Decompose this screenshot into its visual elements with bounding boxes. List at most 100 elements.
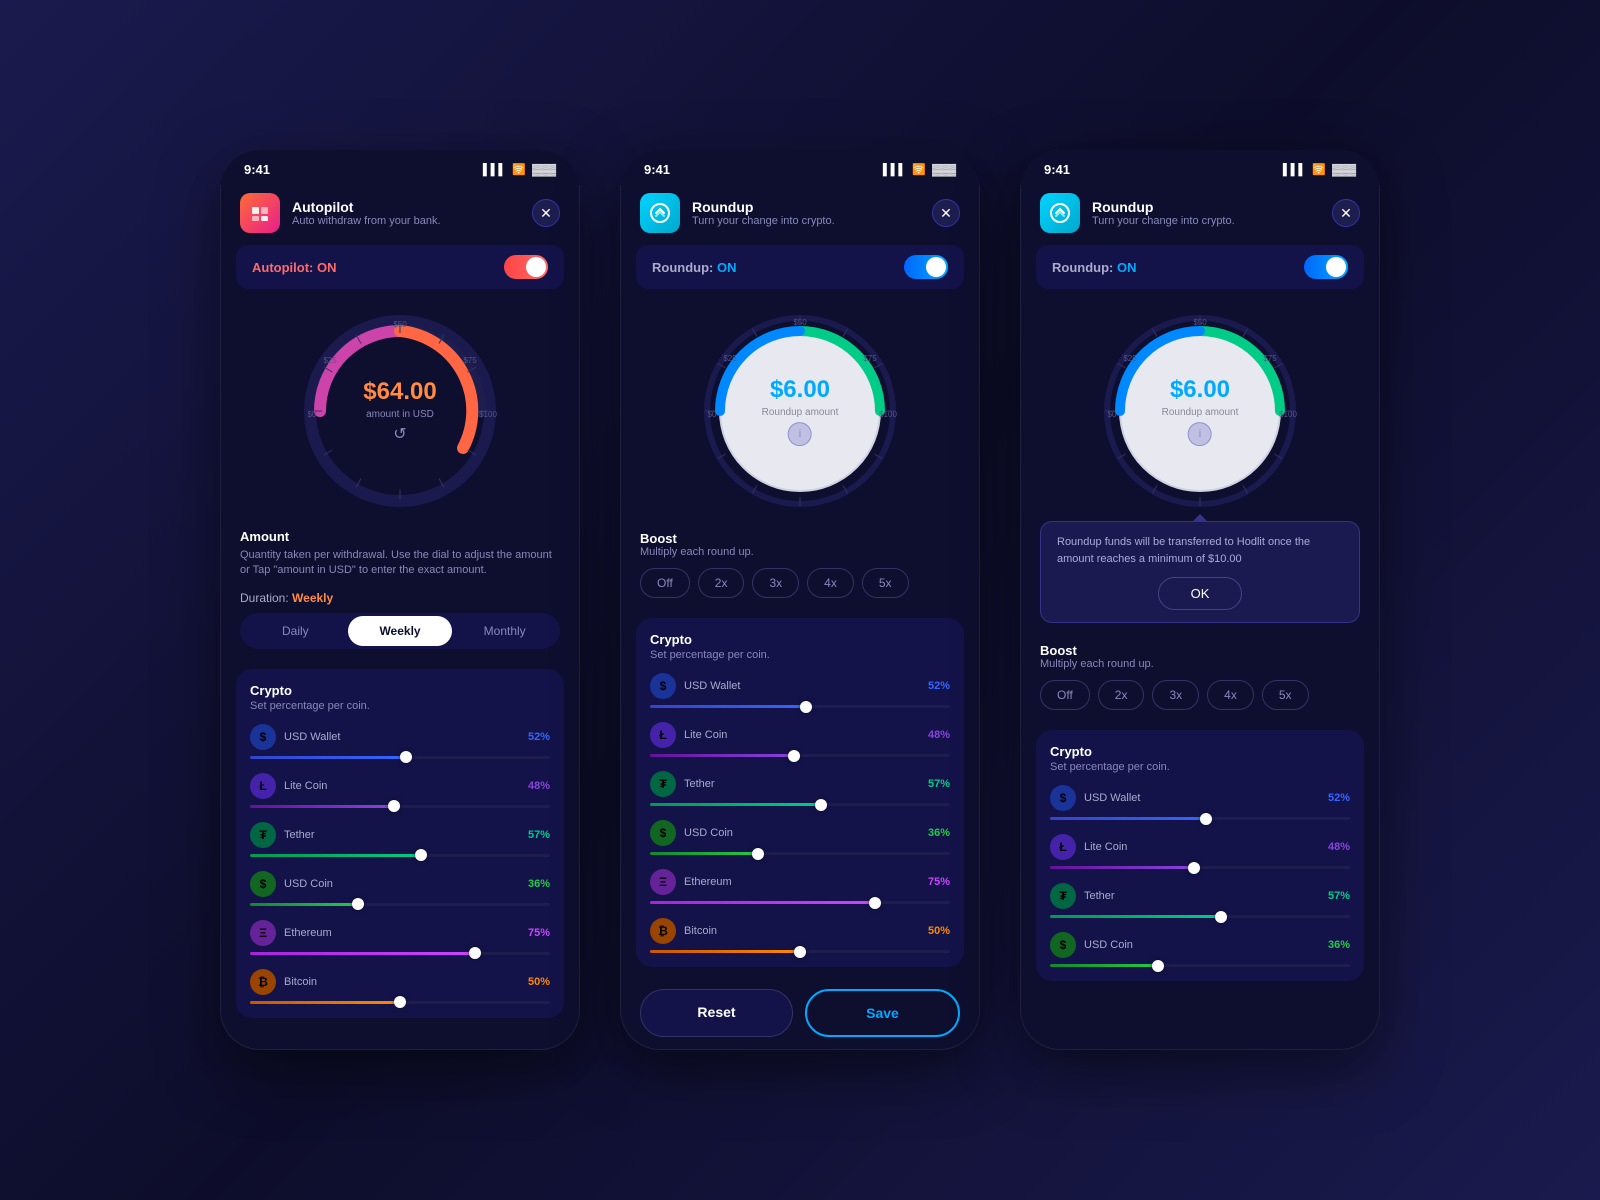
usd-wallet-slider-3[interactable]	[1050, 817, 1350, 820]
toggle-switch-3[interactable]	[1304, 255, 1348, 279]
dial-section-1: $0 $50 $25 $75 $100 $64.00 amount in USD…	[220, 301, 580, 521]
usdc-thumb-2[interactable]	[752, 848, 764, 860]
lite-coin-thumb-3[interactable]	[1188, 862, 1200, 874]
boost-2x-3[interactable]: 2x	[1098, 680, 1145, 710]
lite-coin-name-3: Lite Coin	[1084, 841, 1320, 853]
app-header-2: Roundup Turn your change into crypto. ✕	[620, 185, 980, 245]
usd-wallet-pct-3: 52%	[1328, 792, 1350, 804]
boost-3x-2[interactable]: 3x	[752, 568, 799, 598]
app-title-group-3: Roundup Turn your change into crypto.	[1092, 199, 1320, 227]
usdc-thumb-1[interactable]	[352, 898, 364, 910]
usdc-icon-2: $	[650, 820, 676, 846]
svg-text:$75: $75	[863, 354, 877, 363]
battery-icon-3: ▓▓▓	[1332, 164, 1356, 176]
usd-wallet-icon-1: $	[250, 724, 276, 750]
eth-name-1: Ethereum	[284, 927, 520, 939]
boost-4x-3[interactable]: 4x	[1207, 680, 1254, 710]
svg-text:$25: $25	[1123, 354, 1137, 363]
crypto-item-usdc-1: $ USD Coin 36%	[250, 871, 550, 906]
usdc-slider-1[interactable]	[250, 903, 550, 906]
usdc-pct-2: 36%	[928, 827, 950, 839]
dial-section-3: $0 $50 $25 $75 $100	[1020, 301, 1380, 521]
tooltip-ok-button-3[interactable]: OK	[1158, 577, 1243, 610]
tether-thumb-3[interactable]	[1215, 911, 1227, 923]
svg-text:$25: $25	[323, 356, 337, 365]
btc-thumb-2[interactable]	[794, 946, 806, 958]
dial-amount-2[interactable]: $6.00	[762, 376, 839, 405]
btc-slider-2[interactable]	[650, 950, 950, 953]
btc-slider-1[interactable]	[250, 1001, 550, 1004]
close-button-3[interactable]: ✕	[1332, 199, 1360, 227]
tether-pct-3: 57%	[1328, 890, 1350, 902]
usdc-slider-3[interactable]	[1050, 964, 1350, 967]
usd-wallet-thumb-3[interactable]	[1200, 813, 1212, 825]
boost-off-3[interactable]: Off	[1040, 680, 1090, 710]
lite-coin-name-2: Lite Coin	[684, 729, 920, 741]
tether-slider-2[interactable]	[650, 803, 950, 806]
btc-thumb-1[interactable]	[394, 996, 406, 1008]
save-button-2[interactable]: Save	[805, 989, 960, 1037]
status-bar-1: 9:41 ▌▌▌ 🛜 ▓▓▓	[220, 150, 580, 185]
amount-text-1: Quantity taken per withdrawal. Use the d…	[240, 548, 560, 579]
tab-weekly[interactable]: Weekly	[348, 616, 453, 646]
boost-5x-3[interactable]: 5x	[1262, 680, 1309, 710]
crypto-item-lite-2: Ł Lite Coin 48%	[650, 722, 950, 757]
lite-coin-slider-1[interactable]	[250, 805, 550, 808]
eth-pct-2: 75%	[928, 876, 950, 888]
usd-wallet-slider-1[interactable]	[250, 756, 550, 759]
boost-buttons-3: Off 2x 3x 4x 5x	[1040, 680, 1360, 710]
close-button-2[interactable]: ✕	[932, 199, 960, 227]
eth-thumb-2[interactable]	[869, 897, 881, 909]
app-icon-roundup-3	[1040, 193, 1080, 233]
boost-4x-2[interactable]: 4x	[807, 568, 854, 598]
lite-coin-slider-3[interactable]	[1050, 866, 1350, 869]
eth-slider-1[interactable]	[250, 952, 550, 955]
tether-thumb-1[interactable]	[415, 849, 427, 861]
usdc-name-1: USD Coin	[284, 878, 520, 890]
lite-coin-slider-2[interactable]	[650, 754, 950, 757]
boost-off-2[interactable]: Off	[640, 568, 690, 598]
usdc-slider-2[interactable]	[650, 852, 950, 855]
toggle-switch-2[interactable]	[904, 255, 948, 279]
tether-name-3: Tether	[1084, 890, 1320, 902]
tether-slider-3[interactable]	[1050, 915, 1350, 918]
boost-3x-3[interactable]: 3x	[1152, 680, 1199, 710]
usd-wallet-thumb-1[interactable]	[400, 751, 412, 763]
close-button-1[interactable]: ✕	[532, 199, 560, 227]
dial-amount-1[interactable]: $64.00	[363, 378, 436, 407]
lite-coin-icon-2: Ł	[650, 722, 676, 748]
tab-monthly[interactable]: Monthly	[452, 616, 557, 646]
btc-pct-1: 50%	[528, 976, 550, 988]
btc-name-1: Bitcoin	[284, 976, 520, 988]
info-button-3[interactable]: i	[1188, 422, 1212, 446]
usd-wallet-thumb-2[interactable]	[800, 701, 812, 713]
info-button-2[interactable]: i	[788, 422, 812, 446]
toggle-switch-1[interactable]	[504, 255, 548, 279]
usdc-thumb-3[interactable]	[1152, 960, 1164, 972]
wifi-icon-2: 🛜	[912, 163, 926, 176]
boost-5x-2[interactable]: 5x	[862, 568, 909, 598]
bottom-row-2: Reset Save	[620, 977, 980, 1049]
dial-container-3[interactable]: $0 $50 $25 $75 $100	[1100, 311, 1300, 511]
reset-icon-1[interactable]: ↺	[363, 424, 436, 444]
reset-button-2[interactable]: Reset	[640, 989, 793, 1037]
usd-wallet-pct-2: 52%	[928, 680, 950, 692]
tooltip-text-3: Roundup funds will be transferred to Hod…	[1057, 534, 1343, 567]
eth-slider-2[interactable]	[650, 901, 950, 904]
eth-thumb-1[interactable]	[469, 947, 481, 959]
dial-amount-3[interactable]: $6.00	[1162, 376, 1239, 405]
boost-2x-2[interactable]: 2x	[698, 568, 745, 598]
duration-section-1: Duration: Weekly Daily Weekly Monthly	[220, 591, 580, 659]
dial-container-2[interactable]: $0 $50 $25 $75 $100	[700, 311, 900, 511]
dial-container-1[interactable]: $0 $50 $25 $75 $100 $64.00 amount in USD…	[300, 311, 500, 511]
crypto-section-3: Crypto Set percentage per coin. $ USD Wa…	[1036, 730, 1364, 981]
lite-coin-thumb-2[interactable]	[788, 750, 800, 762]
lite-coin-thumb-1[interactable]	[388, 800, 400, 812]
status-icons-2: ▌▌▌ 🛜 ▓▓▓	[883, 163, 956, 176]
usdc-pct-3: 36%	[1328, 939, 1350, 951]
tether-thumb-2[interactable]	[815, 799, 827, 811]
tether-slider-1[interactable]	[250, 854, 550, 857]
usd-wallet-slider-2[interactable]	[650, 705, 950, 708]
boost-title-3: Boost	[1040, 643, 1360, 658]
tab-daily[interactable]: Daily	[243, 616, 348, 646]
